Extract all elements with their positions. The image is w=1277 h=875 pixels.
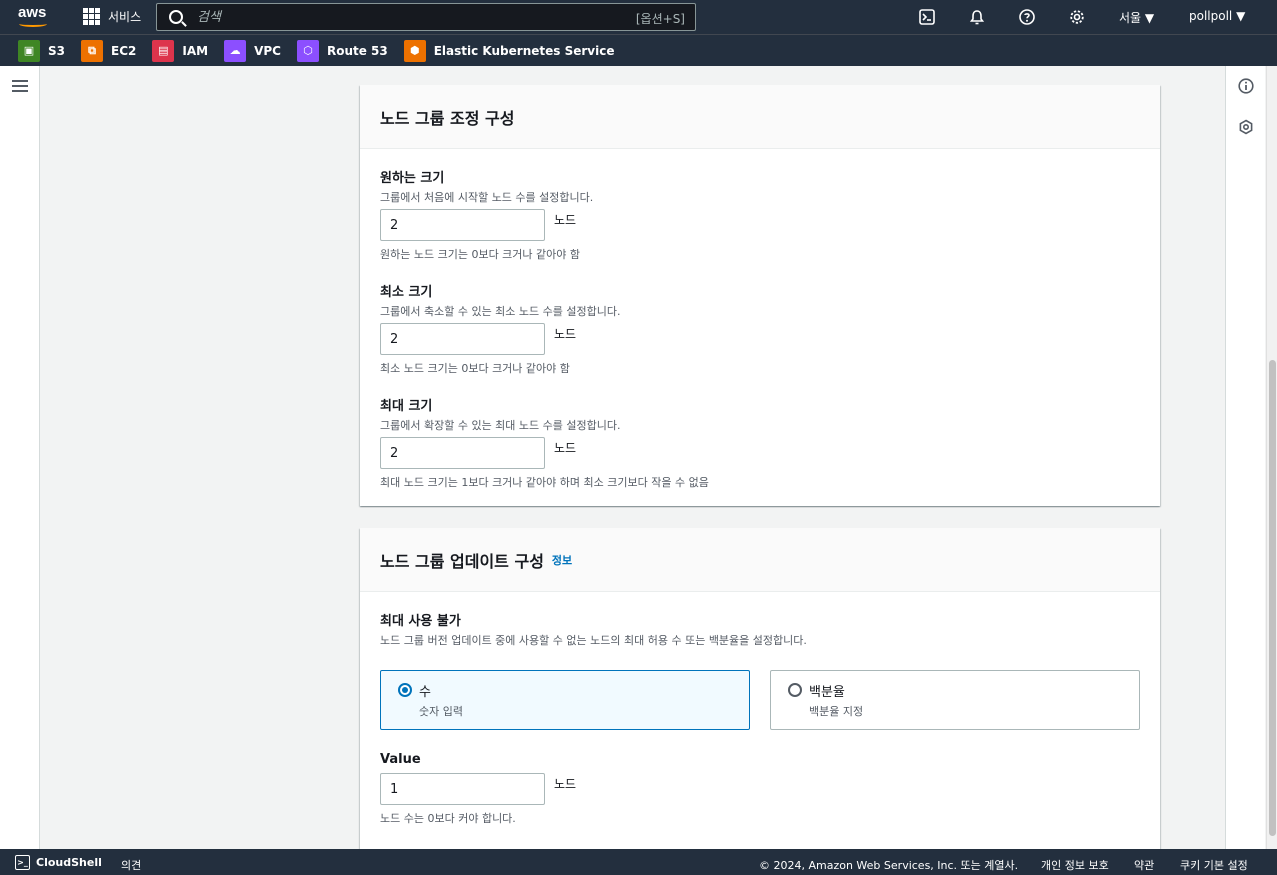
value-input[interactable] <box>380 773 545 805</box>
maximum-size-input[interactable] <box>380 437 545 469</box>
cloudshell-icon[interactable] <box>918 8 936 26</box>
grid-icon <box>83 8 100 25</box>
radio-button-number[interactable] <box>398 683 412 697</box>
option-percentage-label: 백분율 <box>809 685 845 700</box>
favorite-route53[interactable]: ⬡ Route 53 <box>296 39 388 62</box>
maximum-size-constraint: 최대 노드 크기는 1보다 크거나 같아야 하며 최소 크기보다 작을 수 없음 <box>380 476 709 489</box>
right-side-rail <box>1225 66 1265 849</box>
max-unavailable-option-percentage[interactable]: 백분율 백분율 지정 <box>770 670 1140 730</box>
info-icon[interactable] <box>1238 78 1254 94</box>
help-icon[interactable] <box>1018 8 1036 26</box>
desired-size-input[interactable] <box>380 209 545 241</box>
scaling-config-panel: 노드 그룹 조정 구성 원하는 크기 그룹에서 처음에 시작할 노드 수를 설정… <box>360 85 1160 506</box>
left-side-rail <box>0 66 40 849</box>
menu-hamburger-icon[interactable] <box>12 80 28 93</box>
favorite-s3[interactable]: ▣ S3 <box>18 39 65 62</box>
terminal-icon: >_ <box>15 855 30 870</box>
option-percentage-description: 백분율 지정 <box>809 705 864 718</box>
search-bar[interactable]: [옵션+S] <box>156 3 696 31</box>
favorite-vpc[interactable]: ☁ VPC <box>224 39 281 62</box>
notifications-bell-icon[interactable] <box>968 8 986 26</box>
terms-link[interactable]: 약관 <box>1134 857 1154 873</box>
radio-button-percentage[interactable] <box>788 683 802 697</box>
account-menu[interactable]: pollpoll ▼ <box>1189 9 1245 23</box>
favorite-eks[interactable]: ⬢ Elastic Kubernetes Service <box>403 39 614 62</box>
region-selector[interactable]: 서울 ▼ <box>1119 9 1154 26</box>
maximum-size-description: 그룹에서 확장할 수 있는 최대 노드 수를 설정합니다. <box>380 419 621 432</box>
value-unit: 노드 <box>554 777 577 791</box>
ec2-icon: ⧉ <box>81 39 103 62</box>
update-config-header: 노드 그룹 업데이트 구성 정보 <box>360 528 1160 592</box>
iam-icon: ▤ <box>152 39 175 62</box>
minimum-size-unit: 노드 <box>554 327 577 341</box>
route53-icon: ⬡ <box>296 39 319 62</box>
maximum-size-label: 최대 크기 <box>380 399 433 414</box>
favorites-bar: ▣ S3 ⧉ EC2 ▤ IAM ☁ VPC ⬡ Route 53 ⬢ Elas… <box>0 34 1277 66</box>
console-footer: >_ CloudShell 의견 © 2024, Amazon Web Serv… <box>0 849 1277 875</box>
minimum-size-constraint: 최소 노드 크기는 0보다 크거나 같아야 함 <box>380 362 570 375</box>
desired-size-constraint: 원하는 노드 크기는 0보다 크거나 같아야 함 <box>380 248 581 261</box>
minimum-size-field: 최소 크기 그룹에서 축소할 수 있는 최소 노드 수를 설정합니다. 노드 최… <box>380 281 621 376</box>
update-info-link[interactable]: 정보 <box>552 552 572 568</box>
search-shortcut-hint: [옵션+S] <box>635 12 685 26</box>
option-number-description: 숫자 입력 <box>419 705 463 718</box>
option-number-label: 수 <box>419 685 431 700</box>
minimum-size-description: 그룹에서 축소할 수 있는 최소 노드 수를 설정합니다. <box>380 305 621 318</box>
max-unavailable-description: 노드 그룹 버전 업데이트 중에 사용할 수 없는 노드의 최대 허용 수 또는… <box>380 634 807 647</box>
aws-logo[interactable]: aws <box>18 5 52 29</box>
minimum-size-input[interactable] <box>380 323 545 355</box>
feedback-link[interactable]: 의견 <box>121 857 141 873</box>
max-unavailable-label: 최대 사용 불가 <box>380 614 461 629</box>
desired-size-field: 원하는 크기 그룹에서 처음에 시작할 노드 수를 설정합니다. 노드 원하는 … <box>380 167 593 262</box>
cloudshell-button[interactable]: >_ CloudShell <box>15 855 102 870</box>
eks-icon: ⬢ <box>403 39 426 62</box>
scaling-config-title: 노드 그룹 조정 구성 <box>380 108 515 128</box>
settings-gear-icon[interactable] <box>1068 8 1086 26</box>
vpc-icon: ☁ <box>224 39 247 62</box>
desired-size-description: 그룹에서 처음에 시작할 노드 수를 설정합니다. <box>380 191 594 204</box>
copyright-text: © 2024, Amazon Web Services, Inc. 또는 계열사… <box>759 859 1019 872</box>
services-menu-button[interactable]: 서비스 <box>83 8 141 25</box>
value-constraint: 노드 수는 0보다 커야 합니다. <box>380 812 516 825</box>
hexagon-settings-icon[interactable] <box>1238 119 1254 135</box>
top-navigation: aws 서비스 [옵션+S] 서울 ▼ pollpoll ▼ <box>0 0 1277 34</box>
value-label: Value <box>380 752 421 767</box>
maximum-size-unit: 노드 <box>554 441 577 455</box>
favorite-ec2[interactable]: ⧉ EC2 <box>81 39 136 62</box>
max-unavailable-option-number[interactable]: 수 숫자 입력 <box>380 670 750 730</box>
search-input[interactable] <box>197 9 597 25</box>
maximum-size-field: 최대 크기 그룹에서 확장할 수 있는 최대 노드 수를 설정합니다. 노드 최… <box>380 395 709 490</box>
max-unavailable-value-field: Value 노드 노드 수는 0보다 커야 합니다. <box>380 752 576 826</box>
page-scrollbar[interactable] <box>1266 66 1277 849</box>
search-icon <box>169 10 183 24</box>
privacy-link[interactable]: 개인 정보 보호 <box>1041 857 1109 873</box>
desired-size-unit: 노드 <box>554 213 577 227</box>
max-unavailable-field: 최대 사용 불가 노드 그룹 버전 업데이트 중에 사용할 수 없는 노드의 최… <box>380 610 807 648</box>
desired-size-label: 원하는 크기 <box>380 171 445 186</box>
minimum-size-label: 최소 크기 <box>380 285 433 300</box>
scrollbar-thumb[interactable] <box>1269 360 1276 836</box>
cookie-preferences-link[interactable]: 쿠키 기본 설정 <box>1180 857 1248 873</box>
s3-icon: ▣ <box>18 39 40 62</box>
services-label: 서비스 <box>108 10 142 24</box>
scaling-config-header: 노드 그룹 조정 구성 <box>360 85 1160 149</box>
favorite-iam[interactable]: ▤ IAM <box>152 39 208 62</box>
update-config-title: 노드 그룹 업데이트 구성 <box>380 551 544 571</box>
update-config-panel: 노드 그룹 업데이트 구성 정보 최대 사용 불가 노드 그룹 버전 업데이트 … <box>360 528 1160 849</box>
